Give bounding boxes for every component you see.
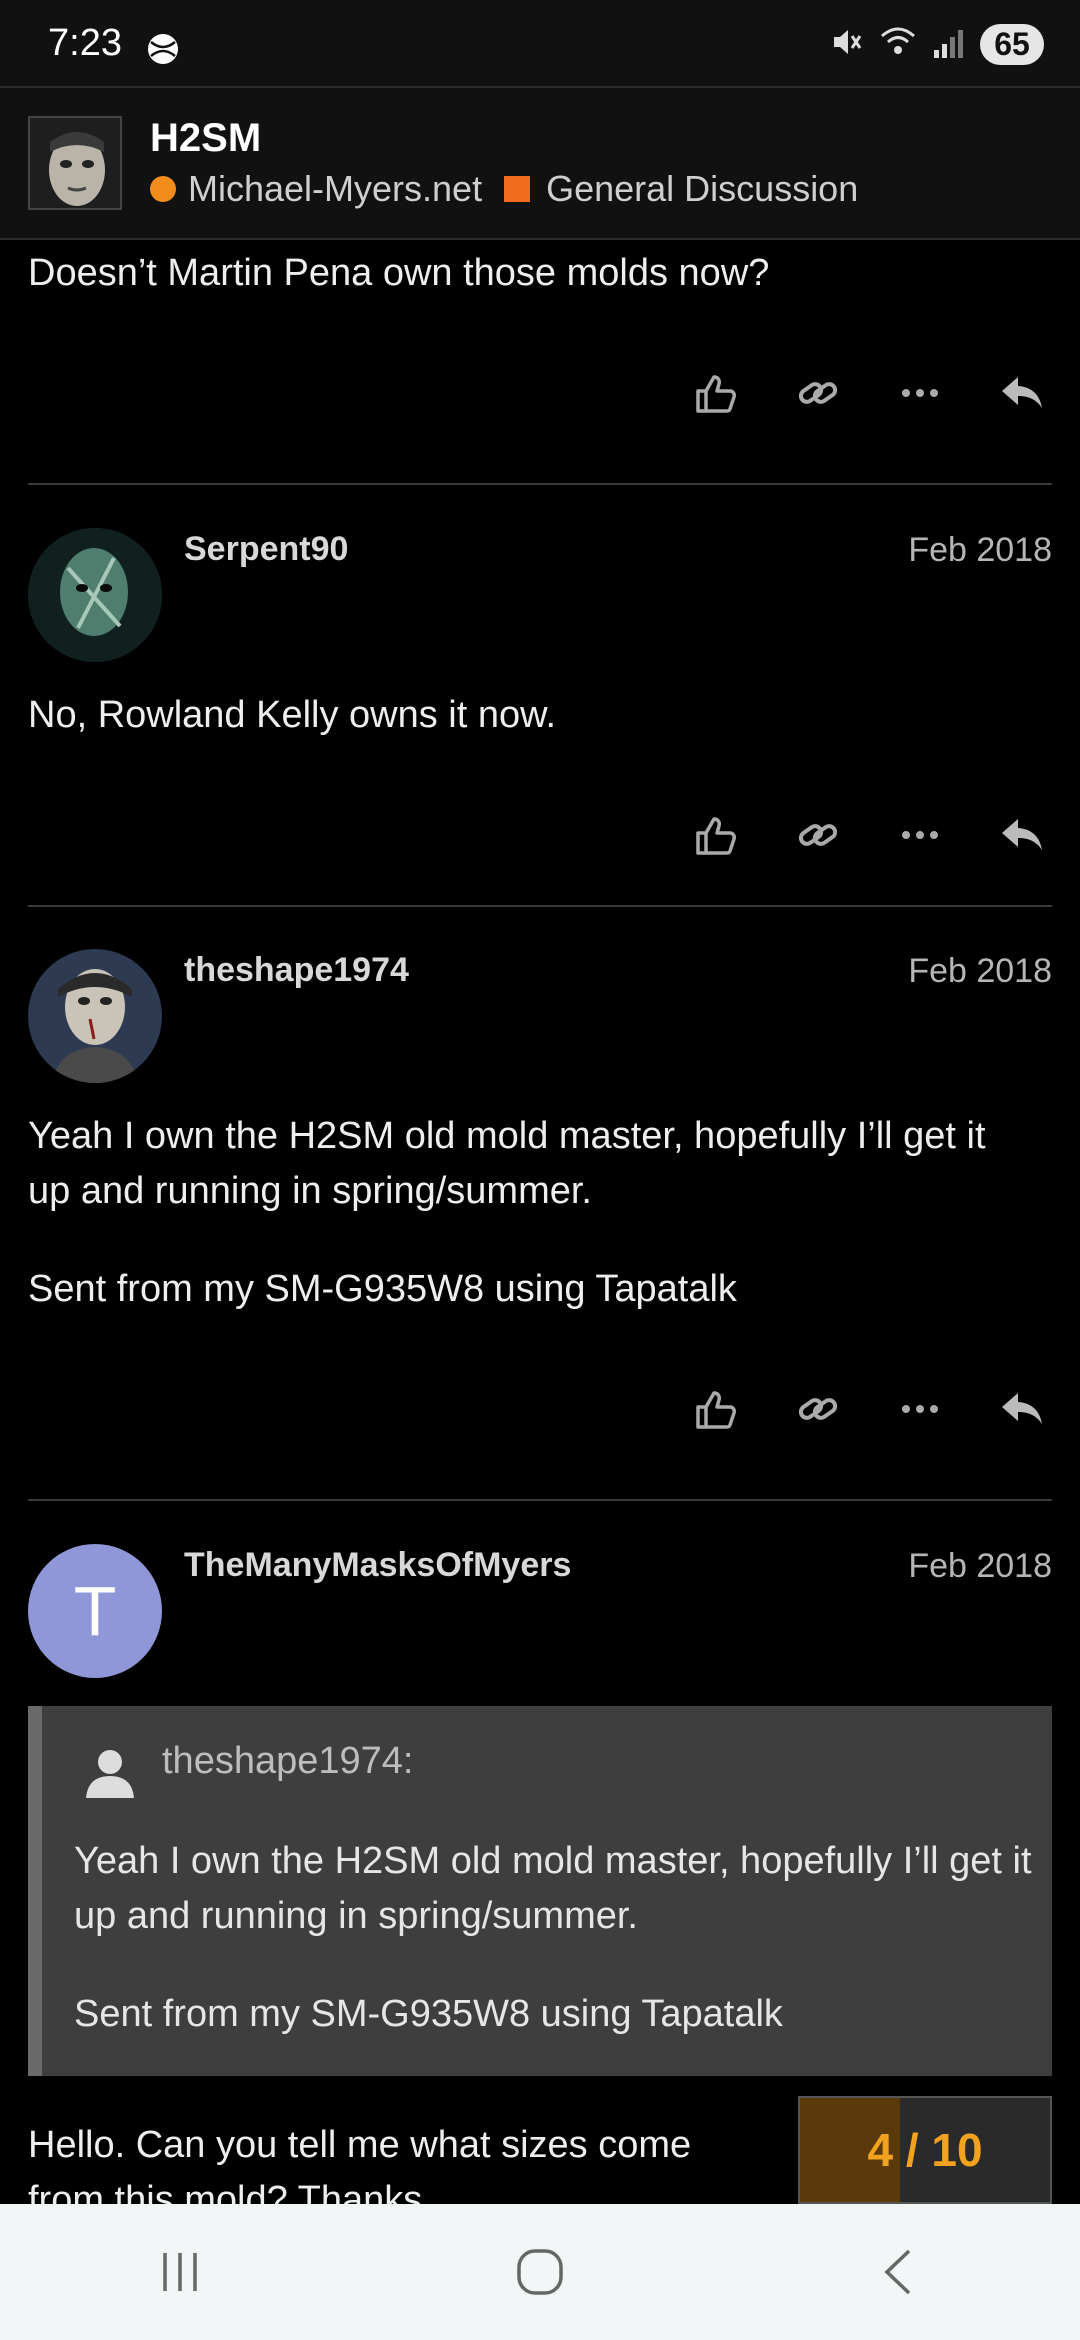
post-date[interactable]: Feb 2018 — [908, 952, 1052, 991]
category-color-icon — [504, 176, 531, 202]
like-icon[interactable] — [688, 365, 744, 421]
system-nav-bar — [0, 2204, 1080, 2340]
post-divider — [28, 1499, 1052, 1501]
post-actions — [688, 1381, 1050, 1437]
topic-progress[interactable]: 4 / 10 — [798, 2096, 1052, 2204]
quote-block: theshape1974: Yeah I own the H2SM old mo… — [28, 1706, 1052, 2076]
post-body: Doesn’t Martin Pena own those molds now? — [28, 252, 770, 294]
post-actions — [688, 807, 1050, 863]
reply-icon[interactable] — [994, 365, 1050, 421]
back-icon[interactable] — [840, 2232, 960, 2312]
post-date[interactable]: Feb 2018 — [908, 531, 1052, 570]
wifi-icon — [878, 24, 918, 65]
post-username[interactable]: TheManyMasksOfMyers — [184, 1546, 571, 1585]
recent-apps-icon[interactable] — [120, 2232, 240, 2312]
user-icon — [80, 1742, 140, 1802]
link-icon[interactable] — [790, 807, 846, 863]
link-icon[interactable] — [790, 365, 846, 421]
more-icon[interactable] — [892, 807, 948, 863]
link-icon[interactable] — [790, 1381, 846, 1437]
breadcrumb: Michael-Myers.net General Discussion — [150, 168, 858, 210]
site-logo[interactable] — [28, 116, 122, 210]
post-date[interactable]: Feb 2018 — [908, 1547, 1052, 1586]
like-icon[interactable] — [688, 1381, 744, 1437]
quote-username[interactable]: theshape1974: — [162, 1740, 413, 1783]
pumpkin-icon — [150, 176, 176, 202]
breadcrumb-category[interactable]: General Discussion — [546, 168, 858, 210]
signal-icon — [932, 24, 966, 65]
reply-icon[interactable] — [994, 1381, 1050, 1437]
post-signature: Sent from my SM-G935W8 using Tapatalk — [28, 1268, 737, 1310]
progress-label: 4 / 10 — [867, 2124, 983, 2176]
site-title[interactable]: H2SM — [150, 116, 261, 161]
reply-icon[interactable] — [994, 807, 1050, 863]
post-body: Yeah I own the H2SM old mold master, hop… — [28, 1115, 986, 1212]
avatar[interactable] — [28, 528, 162, 662]
like-icon[interactable] — [688, 807, 744, 863]
avatar[interactable] — [28, 949, 162, 1083]
quote-signature: Sent from my SM-G935W8 using Tapatalk — [74, 1993, 783, 2035]
basketball-icon — [146, 32, 180, 71]
mute-icon — [828, 24, 864, 65]
post-divider — [28, 483, 1052, 485]
quote-body: Yeah I own the H2SM old mold master, hop… — [74, 1840, 1032, 1937]
post-actions — [688, 365, 1050, 421]
more-icon[interactable] — [892, 365, 948, 421]
home-icon[interactable] — [480, 2232, 600, 2312]
status-bar: 7:23 65 — [0, 0, 1080, 86]
post-username[interactable]: Serpent90 — [184, 530, 348, 569]
breadcrumb-site[interactable]: Michael-Myers.net — [188, 168, 482, 210]
status-time: 7:23 — [48, 22, 122, 64]
post-body: No, Rowland Kelly owns it now. — [28, 694, 557, 736]
topic-header[interactable]: H2SM Michael-Myers.net General Discussio… — [0, 86, 1080, 240]
post-divider — [28, 905, 1052, 907]
post-username[interactable]: theshape1974 — [184, 951, 409, 990]
avatar[interactable]: T — [28, 1544, 162, 1678]
more-icon[interactable] — [892, 1381, 948, 1437]
battery-indicator: 65 — [980, 24, 1044, 65]
